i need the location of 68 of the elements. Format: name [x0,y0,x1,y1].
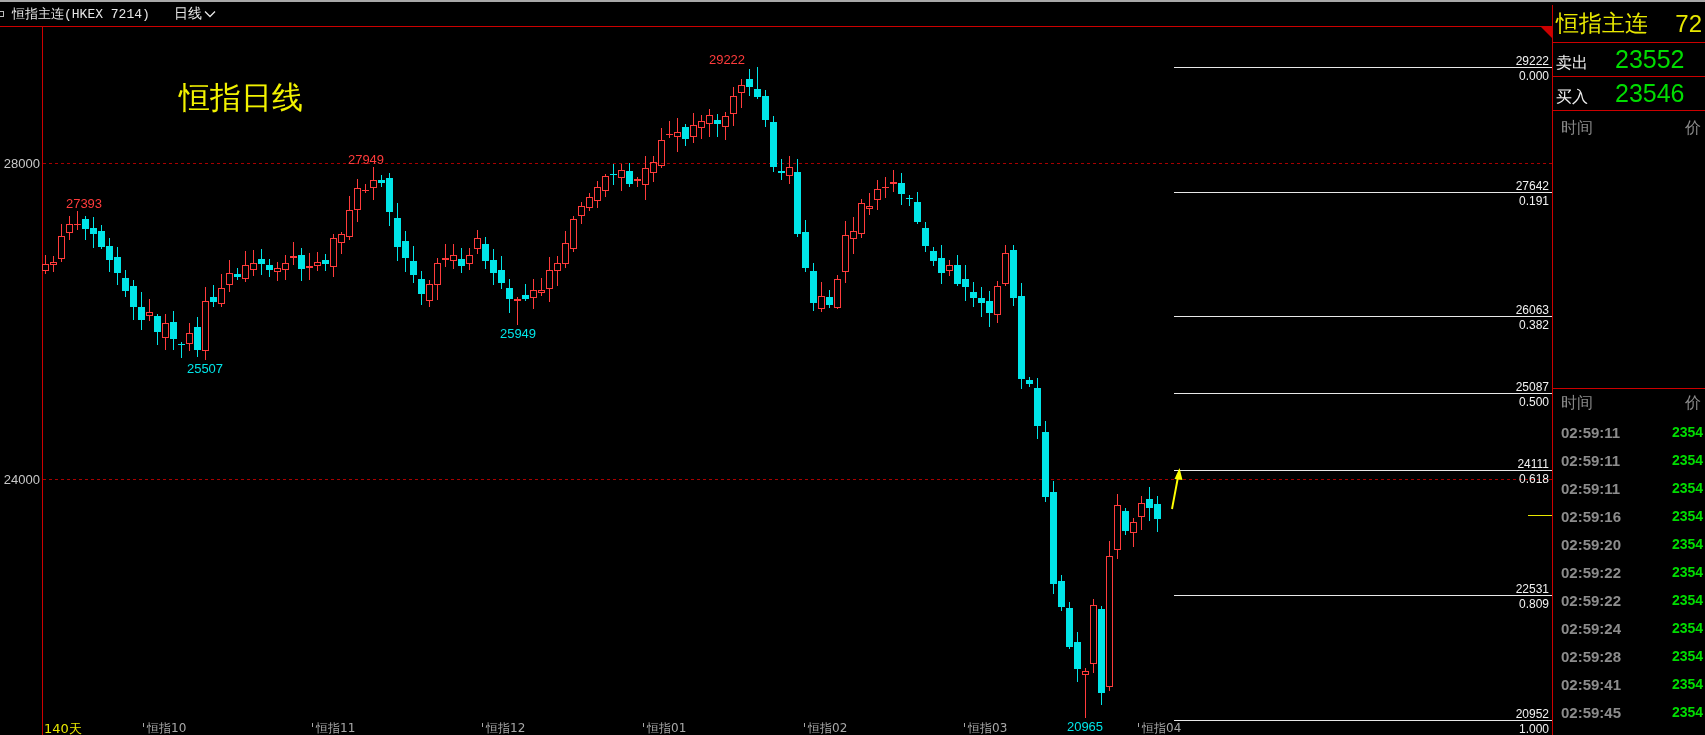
trade-time: 02:59:11 [1561,423,1622,441]
instrument-name: 恒指主连 [1556,9,1648,38]
y-axis-label: 24000 [3,472,40,487]
trade-price: 2354 [1672,704,1704,720]
x-axis-label: 恒指03 [968,721,1008,735]
column-header: 时间 [1561,393,1593,414]
chart-title: 恒指日线 [179,79,303,115]
quote-label: 买入 [1556,86,1588,108]
trade-time: 02:59:16 [1561,507,1623,525]
trade-time: 02:59:22 [1561,563,1623,581]
trade-time: 02:59:28 [1561,647,1623,665]
fibonacci-ratio-label: 0.500 [1518,394,1549,409]
fibonacci-price-label: 24111 [1517,456,1549,471]
fibonacci-price-label: 22531 [1515,581,1549,596]
trade-time: 02:59:45 [1561,703,1623,721]
column-header: 价 [1685,117,1701,139]
chevron-down-icon [203,10,216,18]
high-price-label: 27949 [347,152,385,168]
trade-price: 2354 [1672,620,1704,636]
y-axis-label: 28000 [3,156,40,171]
fibonacci-ratio-label: 0.000 [1518,68,1549,83]
high-price-label: 27393 [65,196,103,212]
current-price-marker [1527,515,1552,516]
trade-price: 2354 [1672,536,1704,552]
annotation-arrow [1171,468,1183,510]
fibonacci-ratio-label: 1.000 [1518,721,1549,735]
x-axis-label: 恒指02 [808,721,848,735]
trade-price: 2354 [1672,648,1704,664]
trade-price: 2354 [1672,592,1704,608]
trade-time: 02:59:41 [1561,675,1623,693]
trade-time: 02:59:22 [1561,591,1623,609]
fibonacci-price-label: 26063 [1515,302,1549,317]
trade-time: 02:59:11 [1561,451,1622,469]
trade-time: 02:59:24 [1561,619,1623,637]
column-header: 时间 [1561,117,1593,139]
instrument-title: 恒指主连(HKEX 7214) [12,6,150,23]
trade-time: 02:59:11 [1561,479,1622,497]
x-axis-label: 恒指12 [486,721,526,735]
low-price-label: 25507 [186,360,224,376]
fibonacci-ratio-label: 0.809 [1518,596,1549,611]
trade-price: 2354 [1672,564,1704,580]
high-price-label: 29222 [708,52,746,67]
x-axis-label: 恒指11 [316,721,356,735]
quote-price: 23552 [1615,45,1685,74]
low-price-label: 20965 [1066,719,1104,735]
column-header: 价 [1685,393,1701,414]
fibonacci-price-label: 29222 [1515,53,1549,68]
fibonacci-ratio-label: 0.191 [1518,193,1549,208]
trade-price: 2354 [1672,424,1704,440]
period-dropdown[interactable]: 日线 [173,5,216,23]
quote-label: 卖出 [1556,52,1588,74]
trade-price: 2354 [1672,508,1704,524]
quote-price: 23546 [1615,79,1685,108]
fibonacci-price-label: 25087 [1515,379,1549,394]
trade-time: 02:59:20 [1561,535,1623,553]
instrument-code: 72 [1675,9,1702,38]
trade-price: 2354 [1672,676,1704,692]
x-axis-label: 恒指01 [647,721,687,735]
x-axis-label: 恒指04 [1142,721,1182,735]
low-price-label: 25949 [499,326,537,342]
trade-price: 2354 [1672,452,1704,468]
fibonacci-ratio-label: 0.618 [1518,471,1549,486]
trade-price: 2354 [1672,480,1704,496]
fibonacci-price-label: 27642 [1515,178,1549,193]
fibonacci-ratio-label: 0.382 [1518,317,1549,332]
day-count-label: 140天 [44,720,82,735]
x-axis-label: 恒指10 [147,721,187,735]
fibonacci-price-label: 20952 [1515,706,1549,721]
